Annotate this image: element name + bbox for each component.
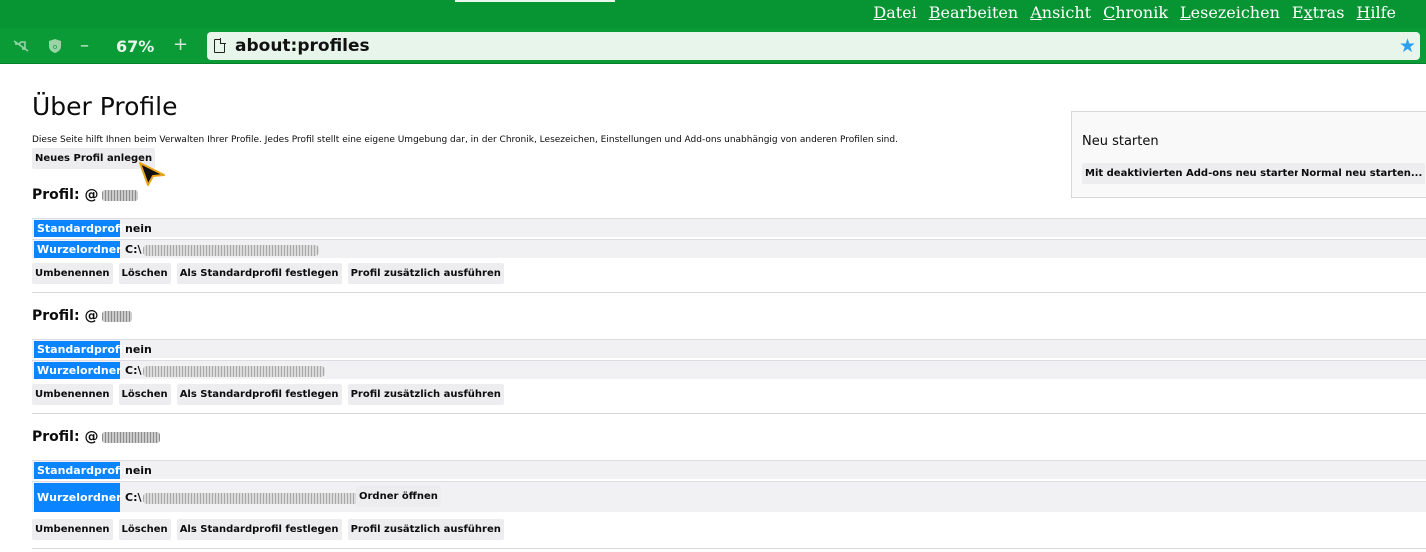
menu-bar: Datei Bearbeiten Ansicht Chronik Lesezei… bbox=[873, 3, 1396, 23]
restart-panel: Neu starten Mit deaktivierten Add-ons ne… bbox=[1071, 111, 1426, 198]
profile-section: Profil: @ bbox=[32, 307, 1426, 325]
profile-section: Profil: @ bbox=[32, 428, 1426, 446]
default-profile-label: Standardprofil bbox=[34, 220, 127, 237]
root-folder-value: C:\ bbox=[125, 241, 319, 258]
launch-profile-button[interactable]: Profil zusätzlich ausführen bbox=[347, 519, 504, 540]
table-row: Standardprofil nein bbox=[32, 460, 1426, 479]
delete-button[interactable]: Löschen bbox=[118, 263, 171, 284]
default-profile-label: Standardprofil bbox=[34, 341, 127, 358]
profile-heading: Profil: @ bbox=[32, 307, 1426, 325]
page-icon bbox=[214, 38, 226, 53]
intro-text: Diese Seite hilft Ihnen beim Verwalten I… bbox=[32, 135, 898, 145]
menu-lesezeichen[interactable]: Lesezeichen bbox=[1180, 3, 1280, 23]
table-row: Standardprofil nein bbox=[32, 218, 1426, 237]
profile-actions: Umbenennen Löschen Als Standardprofil fe… bbox=[32, 519, 504, 540]
redacted-path bbox=[142, 492, 361, 504]
redacted-name bbox=[102, 189, 139, 201]
profile-table: Standardprofil nein Wurzelordner C:\ bbox=[32, 218, 1426, 260]
delete-button[interactable]: Löschen bbox=[118, 384, 171, 405]
root-folder-value: C:\ bbox=[125, 362, 325, 379]
delete-button[interactable]: Löschen bbox=[118, 519, 171, 540]
url-bar[interactable]: about:profiles ★ bbox=[207, 32, 1420, 60]
default-profile-value: nein bbox=[125, 343, 152, 356]
menu-bearbeiten[interactable]: Bearbeiten bbox=[929, 3, 1018, 23]
divider bbox=[32, 292, 1426, 293]
root-folder-label: Wurzelordner bbox=[34, 362, 122, 379]
set-default-button[interactable]: Als Standardprofil festlegen bbox=[176, 519, 342, 540]
divider bbox=[32, 413, 1426, 414]
active-tab-indicator bbox=[455, 0, 615, 2]
restart-heading: Neu starten bbox=[1082, 134, 1159, 149]
default-profile-label: Standardprofil bbox=[34, 462, 127, 479]
table-row: Standardprofil nein bbox=[32, 339, 1426, 358]
bookmark-star-icon[interactable]: ★ bbox=[1399, 35, 1416, 57]
ublock-shield-icon[interactable]: o bbox=[46, 38, 64, 54]
new-profile-button[interactable]: Neues Profil anlegen bbox=[32, 148, 156, 169]
menu-hilfe[interactable]: Hilfe bbox=[1356, 3, 1396, 23]
menu-datei[interactable]: Datei bbox=[873, 3, 916, 23]
root-folder-value: C:\ bbox=[125, 489, 361, 506]
page-title: Über Profile bbox=[32, 92, 178, 121]
profile-table: Standardprofil nein Wurzelordner C:\ Ord… bbox=[32, 460, 1426, 514]
menu-ansicht[interactable]: Ansicht bbox=[1030, 3, 1091, 23]
menu-chronik[interactable]: Chronik bbox=[1103, 3, 1168, 23]
profile-actions: Umbenennen Löschen Als Standardprofil fe… bbox=[32, 263, 504, 284]
menu-extras[interactable]: Extras bbox=[1292, 3, 1345, 23]
root-folder-label: Wurzelordner bbox=[34, 241, 122, 258]
zoom-level-indicator[interactable]: 67% bbox=[116, 37, 154, 57]
root-folder-label: Wurzelordner bbox=[34, 483, 122, 512]
set-default-button[interactable]: Als Standardprofil festlegen bbox=[176, 263, 342, 284]
profile-actions: Umbenennen Löschen Als Standardprofil fe… bbox=[32, 384, 504, 405]
mouse-cursor-icon bbox=[139, 162, 165, 186]
restart-normal-button[interactable]: Normal neu starten... bbox=[1298, 163, 1426, 184]
zoom-out-button[interactable]: – bbox=[80, 36, 89, 56]
table-row: Wurzelordner C:\ bbox=[32, 239, 1426, 258]
divider bbox=[32, 548, 1426, 549]
rename-button[interactable]: Umbenennen bbox=[32, 384, 113, 405]
redacted-path bbox=[142, 244, 319, 256]
open-folder-button[interactable]: Ordner öffnen bbox=[356, 486, 441, 507]
restart-safe-mode-button[interactable]: Mit deaktivierten Add-ons neu starten... bbox=[1082, 163, 1316, 184]
profile-table: Standardprofil nein Wurzelordner C:\ bbox=[32, 339, 1426, 381]
zoom-in-button[interactable]: + bbox=[173, 35, 188, 55]
table-row: Wurzelordner C:\ Ordner öffnen bbox=[32, 481, 1426, 512]
profile-heading: Profil: @ bbox=[32, 428, 1426, 446]
svg-text:o: o bbox=[53, 43, 57, 51]
table-row: Wurzelordner C:\ bbox=[32, 360, 1426, 379]
default-profile-value: nein bbox=[125, 222, 152, 235]
redacted-path bbox=[142, 365, 325, 377]
default-profile-value: nein bbox=[125, 464, 152, 477]
rename-button[interactable]: Umbenennen bbox=[32, 263, 113, 284]
set-default-button[interactable]: Als Standardprofil festlegen bbox=[176, 384, 342, 405]
url-text[interactable]: about:profiles bbox=[235, 35, 370, 57]
redacted-name bbox=[102, 310, 133, 322]
redacted-name bbox=[102, 431, 161, 443]
rename-button[interactable]: Umbenennen bbox=[32, 519, 113, 540]
launch-profile-button[interactable]: Profil zusätzlich ausführen bbox=[347, 263, 504, 284]
tracking-protection-icon[interactable] bbox=[12, 38, 30, 54]
navigation-toolbar: o – 67% + about:profiles ★ bbox=[0, 28, 1426, 64]
launch-profile-button[interactable]: Profil zusätzlich ausführen bbox=[347, 384, 504, 405]
title-bar: Datei Bearbeiten Ansicht Chronik Lesezei… bbox=[0, 0, 1426, 28]
